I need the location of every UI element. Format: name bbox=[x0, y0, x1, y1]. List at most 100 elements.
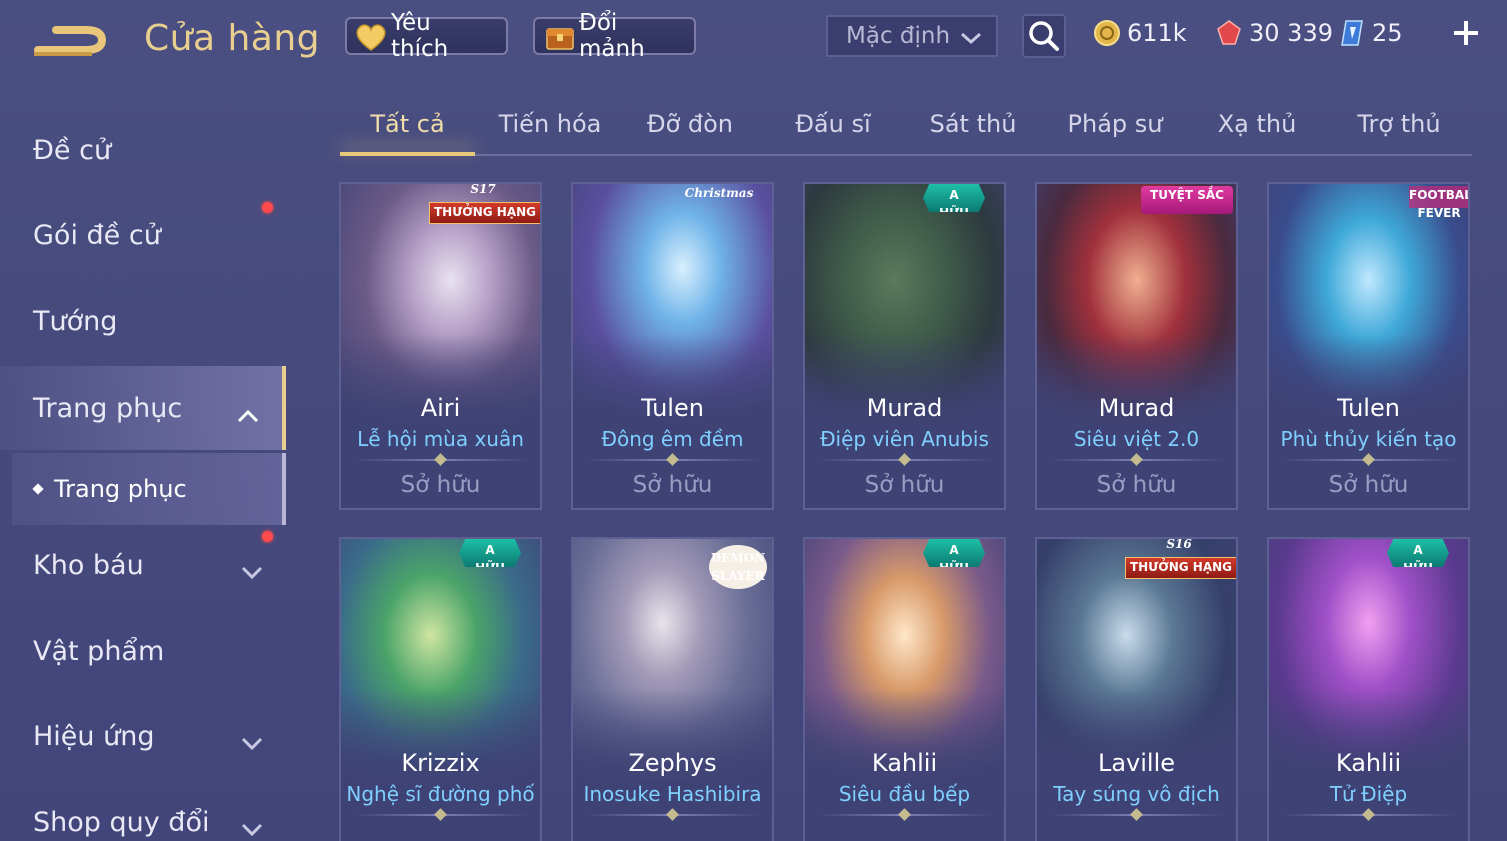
badge-grade: A bbox=[1413, 543, 1423, 557]
page-title: Cửa hàng bbox=[144, 18, 321, 59]
owned-status: Sở hữu bbox=[1096, 472, 1177, 498]
tab-all[interactable]: Tất cả bbox=[340, 110, 475, 156]
treasure-chest-icon bbox=[541, 21, 577, 53]
tab-mage[interactable]: Pháp sư bbox=[1050, 110, 1180, 154]
sidebar-item-exchange-shop[interactable]: Shop quy đổi bbox=[0, 782, 286, 841]
skin-card[interactable]: A HỮU HẠN Krizzix Nghệ sĩ đường phố bbox=[339, 537, 542, 841]
sidebar-subitem-label: Trang phục bbox=[54, 475, 187, 503]
voucher-value: 25 bbox=[1372, 19, 1403, 47]
sidebar-item-recommended[interactable]: Đề cử bbox=[0, 110, 286, 190]
skin-name: Tử Điệp bbox=[1329, 782, 1408, 806]
skin-card[interactable]: FOOTBALL FEVER Tulen Phù thủy kiến tạo S… bbox=[1267, 182, 1470, 510]
skin-card[interactable]: A HỮU HẠN Kahlii Siêu đầu bếp bbox=[803, 537, 1006, 841]
tier-badge: TUYỆT SẮC bbox=[1141, 186, 1233, 214]
skin-card[interactable]: A HỮU HẠN Kahlii Tử Điệp bbox=[1267, 537, 1470, 841]
sidebar-item-items[interactable]: Vật phẩm bbox=[0, 611, 286, 691]
active-tab-indicator bbox=[340, 152, 475, 156]
fragment-exchange-button[interactable]: Đổi mảnh bbox=[533, 10, 696, 62]
chevron-up-icon bbox=[236, 400, 260, 423]
bullet-icon bbox=[32, 483, 44, 495]
ruby-icon bbox=[1215, 19, 1243, 47]
skin-name: Tay súng vô địch bbox=[1053, 782, 1220, 806]
back-arrow-icon[interactable] bbox=[30, 20, 112, 64]
hero-name: Krizzix bbox=[401, 749, 480, 777]
diamond-voucher-icon bbox=[1338, 19, 1366, 47]
chevron-down-icon bbox=[240, 814, 264, 837]
tab-label: Tất cả bbox=[370, 110, 445, 138]
tab-support[interactable]: Trợ thủ bbox=[1334, 110, 1464, 154]
category-tabs: Tất cả Tiến hóa Đỡ đòn Đấu sĩ Sát thủ Ph… bbox=[340, 100, 1472, 156]
divider-ornament bbox=[434, 808, 447, 821]
owned-status: Sở hữu bbox=[1328, 472, 1409, 498]
owned-status: Sở hữu bbox=[864, 472, 945, 498]
skin-name: Phù thủy kiến tạo bbox=[1280, 427, 1457, 451]
skin-card[interactable]: A HỮU HẠN Murad Điệp viên Anubis Sở hữu bbox=[803, 182, 1006, 510]
skin-name: Điệp viên Anubis bbox=[820, 427, 989, 451]
sidebar-item-skins[interactable]: Trang phục bbox=[0, 366, 286, 450]
sidebar-item-effects[interactable]: Hiệu ứng bbox=[0, 696, 286, 776]
sidebar-item-treasure[interactable]: Kho báu bbox=[0, 525, 286, 605]
sidebar-item-recommended-packs[interactable]: Gói đề cử bbox=[0, 195, 286, 275]
divider-ornament bbox=[898, 453, 911, 466]
tab-fighter[interactable]: Đấu sĩ bbox=[768, 110, 898, 154]
search-button[interactable] bbox=[1022, 14, 1066, 58]
tab-evolution[interactable]: Tiến hóa bbox=[485, 110, 615, 154]
sidebar: Đề cử Gói đề cử Tướng Trang phục Trang p… bbox=[0, 100, 290, 841]
hero-name: Zephys bbox=[628, 749, 717, 777]
divider-ornament bbox=[1130, 453, 1143, 466]
skin-name: Đông êm đềm bbox=[601, 427, 744, 451]
event-badge: Christmas bbox=[684, 186, 754, 200]
limited-badge: A HỮU HẠN bbox=[923, 539, 985, 567]
sort-dropdown[interactable]: Mặc định bbox=[826, 15, 998, 57]
hero-name: Murad bbox=[866, 394, 943, 422]
notification-dot bbox=[262, 531, 273, 542]
notification-dot bbox=[262, 202, 273, 213]
divider-ornament bbox=[434, 453, 447, 466]
hero-name: Tulen bbox=[1337, 394, 1400, 422]
skin-card[interactable]: S16 THƯỞNG HẠNG Laville Tay súng vô địch bbox=[1035, 537, 1238, 841]
ruby-balance: 30 339 bbox=[1215, 14, 1333, 52]
favorite-button[interactable]: Yêu thích bbox=[345, 10, 508, 62]
chevron-down-icon bbox=[240, 557, 264, 580]
tab-label: Trợ thủ bbox=[1357, 110, 1441, 138]
sidebar-item-label: Trang phục bbox=[33, 392, 183, 424]
favorite-label: Yêu thích bbox=[391, 10, 449, 62]
limited-badge: A HỮU HẠN bbox=[1387, 539, 1449, 567]
tab-label: Pháp sư bbox=[1067, 110, 1163, 138]
divider-ornament bbox=[666, 808, 679, 821]
tab-label: Tiến hóa bbox=[498, 110, 602, 138]
fragment-label: Đổi mảnh bbox=[579, 10, 645, 62]
tab-assassin[interactable]: Sát thủ bbox=[908, 110, 1038, 154]
top-bar: Cửa hàng Yêu thích Đổi mảnh Mặc định 611… bbox=[0, 0, 1507, 78]
skin-card[interactable]: TUYỆT SẮC Murad Siêu việt 2.0 Sở hữu bbox=[1035, 182, 1238, 510]
sidebar-subitem-skins[interactable]: Trang phục bbox=[12, 453, 286, 525]
hero-name: Murad bbox=[1098, 394, 1175, 422]
badge-grade: A bbox=[949, 543, 959, 557]
skin-name: Siêu đầu bếp bbox=[838, 782, 971, 806]
limited-badge: A HỮU HẠN bbox=[923, 184, 985, 212]
divider-ornament bbox=[1362, 808, 1375, 821]
divider-ornament bbox=[1130, 808, 1143, 821]
sidebar-item-heroes[interactable]: Tướng bbox=[0, 281, 286, 361]
tab-marksman[interactable]: Xạ thủ bbox=[1192, 110, 1322, 154]
collab-badge: DEMON SLAYER bbox=[709, 545, 767, 589]
sidebar-item-label: Đề cử bbox=[33, 134, 112, 166]
chevron-down-icon bbox=[960, 27, 982, 45]
voucher-balance: 25 bbox=[1338, 14, 1403, 52]
skin-card[interactable]: S17 THƯỞNG HẠNG Airi Lễ hội mùa xuân Sở … bbox=[339, 182, 542, 510]
plus-icon[interactable] bbox=[1451, 18, 1481, 48]
owned-status: Sở hữu bbox=[400, 472, 481, 498]
sidebar-item-label: Tướng bbox=[33, 305, 118, 337]
skin-card[interactable]: Christmas Tulen Đông êm đềm Sở hữu bbox=[571, 182, 774, 510]
tab-tank[interactable]: Đỡ đòn bbox=[625, 110, 755, 154]
sidebar-item-label: Kho báu bbox=[33, 549, 144, 581]
sidebar-item-label: Shop quy đổi bbox=[33, 806, 210, 838]
sidebar-item-label: Gói đề cử bbox=[33, 219, 161, 251]
skin-card[interactable]: DEMON SLAYER Zephys Inosuke Hashibira bbox=[571, 537, 774, 841]
sort-selected-value: Mặc định bbox=[846, 23, 951, 49]
chevron-down-icon bbox=[240, 728, 264, 751]
event-badge: FOOTBALL FEVER bbox=[1409, 186, 1468, 220]
gold-value: 611k bbox=[1127, 19, 1187, 47]
heart-icon bbox=[353, 21, 389, 53]
sidebar-item-label: Vật phẩm bbox=[33, 635, 165, 667]
